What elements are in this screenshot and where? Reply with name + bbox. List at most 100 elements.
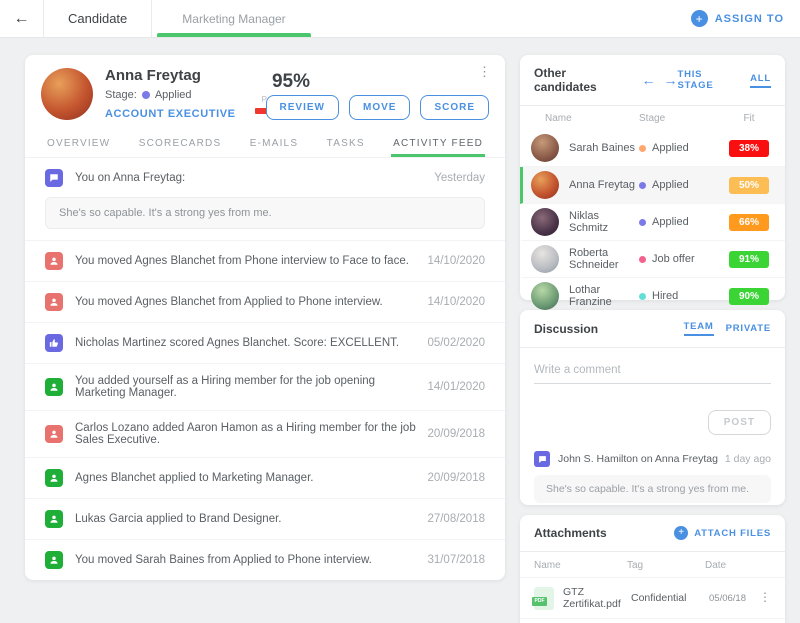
feed-date: 14/10/2020 [427, 296, 485, 308]
assign-to-label: ASSIGN TO [715, 13, 784, 25]
tab-tasks[interactable]: TASKS [325, 138, 367, 157]
stage-dot-icon [639, 256, 646, 263]
review-button[interactable]: REVIEW [266, 95, 339, 120]
fit-badge: 66% [729, 214, 769, 231]
comment: John S. Hamilton on Anna Freytag 1 day a… [534, 451, 771, 467]
feed-item: You moved Agnes Blanchet from Phone inte… [25, 241, 505, 282]
attachments-column-headers: Name Tag Date [520, 552, 785, 577]
feed-item: Lukas Garcia applied to Brand Designer. … [25, 499, 505, 540]
back-icon[interactable]: ← [0, 0, 43, 37]
position-link[interactable]: ACCOUNT EXECUTIVE [105, 108, 236, 120]
kebab-menu-icon[interactable]: ⋮ [478, 65, 491, 79]
attachment-name: GTZ Zertifikat.pdf [563, 586, 631, 610]
person-icon [45, 510, 63, 528]
comment-input[interactable] [534, 362, 771, 384]
tab-marketing-manager[interactable]: Marketing Manager [152, 0, 315, 37]
assign-to-button[interactable]: + ASSIGN TO [691, 0, 800, 37]
candidate-row-name: Roberta Schneider [569, 247, 639, 271]
prev-arrow-icon[interactable]: ← [641, 73, 655, 87]
fit-badge: 91% [729, 251, 769, 268]
candidate-tabs: OVERVIEW SCORECARDS E-MAILS TASKS ACTIVI… [25, 131, 505, 158]
tab-candidate[interactable]: Candidate [43, 0, 152, 37]
person-icon [45, 378, 63, 396]
filter-all[interactable]: ALL [750, 73, 771, 88]
feed-text: Nicholas Martinez scored Agnes Blanchet.… [75, 337, 419, 349]
avatar [531, 245, 559, 273]
candidate-actions: REVIEW MOVE SCORE [266, 95, 489, 120]
attach-files-button[interactable]: ATTACH FILES [694, 528, 771, 539]
fit-badge: 50% [729, 177, 769, 194]
stage-dot-icon [639, 293, 646, 300]
feed-text: Agnes Blanchet applied to Marketing Mana… [75, 472, 419, 484]
person-icon [45, 551, 63, 569]
person-icon [45, 293, 63, 311]
pdf-icon [534, 587, 554, 610]
feed-text: Lukas Garcia applied to Brand Designer. [75, 513, 419, 525]
discussion-title: Discussion [534, 322, 598, 336]
candidate-header: Anna Freytag Stage: Applied ACCOUNT EXEC… [25, 55, 505, 131]
comment-time: 1 day ago [725, 453, 771, 465]
page: ← Candidate Marketing Manager + ASSIGN T… [0, 0, 800, 623]
tab-team[interactable]: TEAM [684, 321, 714, 336]
candidate-row-stage: Hired [652, 290, 678, 302]
candidate-row[interactable]: Lothar Franzine Hired 90% [520, 278, 785, 314]
activity-feed: You on Anna Freytag: Yesterday She's so … [25, 158, 505, 580]
tab-scorecards[interactable]: SCORECARDS [137, 138, 224, 157]
person-icon [45, 469, 63, 487]
comment-text: She's so capable. It's a strong yes from… [534, 475, 771, 503]
candidate-stage: Stage: Applied [105, 89, 236, 101]
fit-badge: 90% [729, 288, 769, 305]
score-button[interactable]: SCORE [420, 95, 489, 120]
candidate-row[interactable]: Niklas Schmitz Applied 66% [520, 204, 785, 241]
feed-text: You moved Agnes Blanchet from Applied to… [75, 296, 419, 308]
feed-item: You added yourself as a Hiring member fo… [25, 364, 505, 411]
feed-date: 31/07/2018 [427, 554, 485, 566]
stage-label: Stage: [105, 89, 137, 101]
feed-item: You on Anna Freytag: Yesterday She's so … [25, 158, 505, 241]
kebab-menu-icon[interactable]: ⋮ [759, 591, 771, 604]
move-button[interactable]: MOVE [349, 95, 410, 120]
tab-overview[interactable]: OVERVIEW [45, 138, 112, 157]
feed-date: 05/02/2020 [427, 337, 485, 349]
tab-private[interactable]: PRIVATE [726, 323, 771, 334]
attachment-tag: Confidential [631, 592, 709, 604]
discussion-body: POST John S. Hamilton on Anna Freytag 1 … [520, 348, 785, 503]
tab-activity-feed[interactable]: ACTIVITY FEED [391, 138, 485, 157]
column-fit: Fit [727, 113, 771, 124]
feed-text: You added yourself as a Hiring member fo… [75, 375, 419, 399]
discussion-panel: Discussion TEAM PRIVATE POST John S. Ham… [520, 310, 785, 505]
candidate-row-name: Sarah Baines [569, 142, 639, 154]
avatar [531, 171, 559, 199]
column-stage: Stage [639, 113, 727, 124]
candidate-row-name: Anna Freytag [569, 179, 639, 191]
filter-this-stage[interactable]: THIS STAGE [677, 69, 740, 91]
avatar [531, 208, 559, 236]
feed-item: You moved Agnes Blanchet from Applied to… [25, 282, 505, 323]
candidate-row[interactable]: Anna Freytag Applied 50% [520, 167, 785, 204]
candidate-row-stage: Applied [652, 179, 689, 191]
post-button[interactable]: POST [708, 410, 771, 435]
feed-date: Yesterday [434, 172, 485, 184]
feed-item: Nicholas Martinez scored Agnes Blanchet.… [25, 323, 505, 364]
tab-emails[interactable]: E-MAILS [248, 138, 300, 157]
attachments-title: Attachments [534, 526, 607, 540]
feed-item: Agnes Blanchet applied to Marketing Mana… [25, 458, 505, 499]
attachment-row[interactable]: GTZ Zertifikat.pdf Confidential 05/06/18… [520, 577, 785, 618]
plus-icon: + [674, 526, 688, 540]
candidate-row[interactable]: Sarah Baines Applied 38% [520, 130, 785, 167]
candidate-row[interactable]: Roberta Schneider Job offer 91% [520, 241, 785, 278]
person-icon [45, 425, 63, 443]
next-arrow-icon[interactable]: → [663, 73, 677, 87]
column-name: Name [534, 113, 639, 124]
attachment-row[interactable]: Anna Freytag_CV.pdf CV 07/06/18 ⋮ [520, 618, 785, 623]
feed-quote: She's so capable. It's a strong yes from… [45, 197, 485, 229]
top-bar: ← Candidate Marketing Manager + ASSIGN T… [0, 0, 800, 38]
candidate-row-stage: Applied [652, 216, 689, 228]
feed-date: 14/10/2020 [427, 255, 485, 267]
candidate-row-stage: Applied [652, 142, 689, 154]
stage-dot-icon [639, 219, 646, 226]
feed-date: 14/01/2020 [427, 381, 485, 393]
person-icon [45, 252, 63, 270]
avatar [41, 68, 93, 120]
candidate-row-name: Niklas Schmitz [569, 210, 639, 234]
